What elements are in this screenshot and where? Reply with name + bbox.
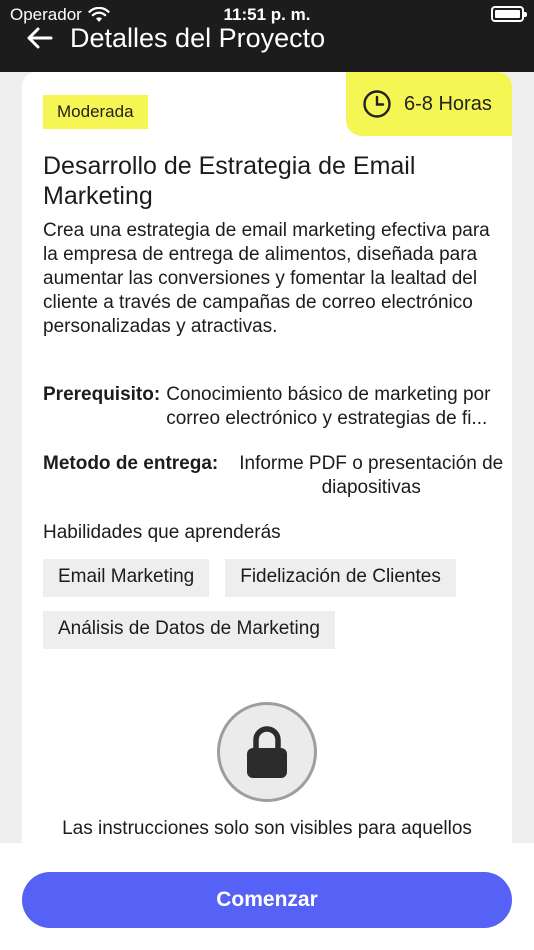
locked-notice: Las instrucciones solo son visibles para… [62,818,472,839]
project-description: Crea una estrategia de email marketing e… [43,220,490,337]
delivery-label: Metodo de entrega: [43,453,219,474]
bottom-bar: Comenzar [0,843,534,950]
delivery-value: Informe PDF o presentación de diapositiv… [239,453,504,498]
battery-icon [491,6,527,22]
page-title: Detalles del Proyecto [70,22,326,53]
top-bar: Operador 11:51 p. m. Detalles del Proyec… [0,0,534,72]
arrow-left-icon [27,27,53,49]
duration-label: 6-8 Horas [404,92,492,115]
nav-bar: Detalles del Proyecto [0,20,325,56]
prerequisite-label: Prerequisito: [43,384,161,405]
skills-list: Email Marketing Fidelización de Clientes… [43,559,503,649]
prerequisite-value: Conocimiento básico de marketing por cor… [166,384,491,429]
prerequisite-row: Prerequisito: Conocimiento básico de mar… [43,383,512,431]
clock-icon [363,90,391,118]
skills-heading: Habilidades que aprenderás [43,522,281,543]
skill-chip: Análisis de Datos de Marketing [43,611,335,649]
start-button[interactable]: Comenzar [22,872,512,928]
project-card: Moderada 6-8 Horas Desarrollo de Estrate… [22,72,512,872]
skill-chip: Fidelización de Clientes [225,559,456,597]
skill-chip: Email Marketing [43,559,210,597]
difficulty-badge: Moderada [43,95,148,129]
lock-badge [217,702,317,802]
delivery-row: Metodo de entrega: Informe PDF o present… [43,452,512,500]
back-button[interactable] [22,21,56,55]
lock-icon [247,726,287,778]
project-title: Desarrollo de Estrategia de Email Market… [43,152,416,210]
duration-badge: 6-8 Horas [346,72,512,136]
